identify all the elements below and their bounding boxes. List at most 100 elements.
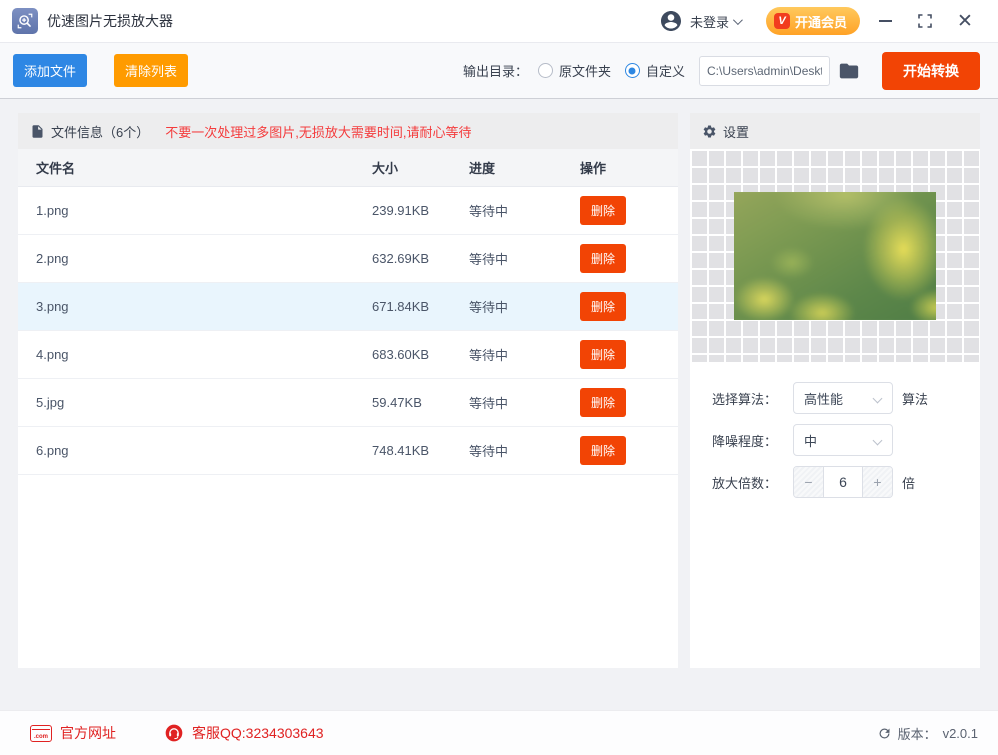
file-size: 748.41KB: [372, 443, 430, 458]
add-files-button[interactable]: 添加文件: [13, 54, 88, 87]
table-row[interactable]: 4.png 683.60KB 等待中 删除: [18, 331, 678, 379]
start-convert-button[interactable]: 开始转换: [882, 51, 980, 90]
open-vip-button[interactable]: V 开通会员: [765, 7, 860, 35]
version-value: v2.0.1: [942, 725, 978, 741]
app-window: 优速图片无损放大器 未登录 V 开通会员 ✕ 添加文件 清除列表 输出目录： 原…: [0, 0, 998, 755]
algorithm-suffix: 算法: [902, 391, 929, 407]
image-preview: [734, 191, 936, 320]
toolbar: 添加文件 清除列表 输出目录： 原文件夹 自定义 开始转换: [0, 43, 998, 99]
table-row[interactable]: 2.png 632.69KB 等待中 删除: [18, 235, 678, 283]
scale-label: 放大倍数：: [712, 475, 778, 491]
chevron-down-icon: [872, 435, 883, 446]
version-group: 版本： v2.0.1: [877, 724, 978, 743]
refresh-icon[interactable]: [877, 726, 892, 741]
radio-custom-folder[interactable]: 自定义: [624, 61, 685, 80]
settings-form: 选择算法： 高性能 算法 降噪程度： 中 放大倍数： − 6 + 倍: [690, 362, 980, 498]
file-name: 4.png: [36, 347, 69, 362]
login-status[interactable]: 未登录: [690, 12, 729, 31]
browse-folder-icon[interactable]: [838, 60, 860, 82]
algorithm-row: 选择算法： 高性能 算法: [712, 382, 980, 414]
file-size: 239.91KB: [372, 203, 430, 218]
scale-decrease-button[interactable]: −: [794, 467, 824, 497]
table-row[interactable]: 3.png 671.84KB 等待中 删除: [18, 283, 678, 331]
titlebar-left: 优速图片无损放大器: [12, 8, 173, 34]
headset-icon: [165, 724, 183, 742]
delete-button[interactable]: 删除: [580, 292, 627, 321]
preview-photo: [734, 191, 936, 320]
radio-custom-label: 自定义: [645, 64, 685, 79]
denoise-label: 降噪程度：: [712, 433, 778, 449]
col-filename: 文件名: [36, 161, 76, 176]
file-size: 683.60KB: [372, 347, 430, 362]
scale-increase-button[interactable]: +: [862, 467, 892, 497]
col-size: 大小: [372, 161, 399, 176]
table-row[interactable]: 5.jpg 59.47KB 等待中 删除: [18, 379, 678, 427]
scale-row: 放大倍数： − 6 + 倍: [712, 466, 980, 498]
official-website-label: 官方网址: [60, 725, 116, 741]
file-name: 5.jpg: [36, 395, 65, 410]
file-info-title: 文件信息（6个）: [51, 124, 150, 140]
maximize-icon: [918, 14, 932, 28]
close-button[interactable]: ✕: [950, 7, 980, 35]
vip-button-label: 开通会员: [794, 14, 847, 30]
radio-original-label: 原文件夹: [558, 64, 611, 79]
chevron-down-icon: [872, 393, 883, 404]
scale-value[interactable]: 6: [824, 467, 862, 497]
customer-service-link[interactable]: 客服QQ:3234303643: [164, 723, 324, 743]
document-icon: [32, 124, 43, 138]
output-path-input[interactable]: [699, 55, 830, 86]
app-title: 优速图片无损放大器: [47, 13, 173, 29]
file-status: 等待中: [469, 396, 509, 411]
delete-button[interactable]: 删除: [580, 196, 627, 225]
minimize-button[interactable]: [870, 7, 900, 35]
file-action-cell: 删除: [580, 244, 678, 273]
gear-icon: [703, 125, 716, 137]
titlebar-right: 未登录 V 开通会员 ✕: [659, 7, 980, 35]
output-dir-label: 输出目录：: [462, 64, 528, 79]
customer-service-label: 客服QQ:3234303643: [192, 725, 324, 741]
chevron-down-icon[interactable]: [732, 14, 743, 25]
delete-button[interactable]: 删除: [580, 388, 627, 417]
file-name: 6.png: [36, 443, 69, 458]
clear-list-button[interactable]: 清除列表: [114, 54, 189, 87]
denoise-select[interactable]: 中: [793, 424, 893, 456]
footer: .com 官方网址 客服QQ:3234303643 版本： v2.0.1: [0, 710, 998, 755]
table-row[interactable]: 1.png 239.91KB 等待中 删除: [18, 187, 678, 235]
delete-button[interactable]: 删除: [580, 340, 627, 369]
user-avatar-icon[interactable]: [659, 9, 683, 33]
file-status: 等待中: [469, 348, 509, 363]
col-progress: 进度: [469, 161, 496, 176]
file-name: 3.png: [36, 299, 69, 314]
file-size: 59.47KB: [372, 395, 422, 410]
main-content: 文件信息（6个） 不要一次处理过多图片,无损放大需要时间,请耐心等待 文件名 大…: [0, 99, 998, 710]
file-size: 632.69KB: [372, 251, 430, 266]
version-label: 版本：: [897, 726, 937, 742]
file-status: 等待中: [469, 444, 509, 459]
denoise-row: 降噪程度： 中: [712, 424, 980, 456]
delete-button[interactable]: 删除: [580, 244, 627, 273]
radio-custom-circle[interactable]: [624, 63, 640, 78]
algorithm-select[interactable]: 高性能: [793, 382, 893, 414]
file-action-cell: 删除: [580, 340, 678, 369]
file-action-cell: 删除: [580, 436, 678, 465]
col-action: 操作: [580, 161, 607, 176]
algorithm-value: 高性能: [804, 391, 844, 407]
maximize-button[interactable]: [910, 7, 940, 35]
settings-title: 设置: [723, 124, 750, 140]
file-table-body: 1.png 239.91KB 等待中 删除 2.png 632.69KB 等待中…: [18, 187, 678, 475]
table-row[interactable]: 6.png 748.41KB 等待中 删除: [18, 427, 678, 475]
denoise-value: 中: [804, 433, 818, 449]
official-website-link[interactable]: .com 官方网址: [30, 723, 116, 743]
radio-original-folder[interactable]: 原文件夹: [537, 61, 611, 80]
file-action-cell: 删除: [580, 292, 678, 321]
app-logo-icon: [12, 8, 38, 34]
titlebar: 优速图片无损放大器 未登录 V 开通会员 ✕: [0, 0, 998, 43]
file-status: 等待中: [469, 300, 509, 315]
file-status: 等待中: [469, 252, 509, 267]
file-panel: 文件信息（6个） 不要一次处理过多图片,无损放大需要时间,请耐心等待 文件名 大…: [18, 113, 678, 668]
radio-original-circle[interactable]: [537, 63, 553, 78]
transparency-grid: [690, 149, 980, 362]
vip-icon: V: [773, 13, 790, 29]
settings-panel: 设置 选择算法： 高性能 算法 降噪程度： 中 放大倍数： − 6 + 倍: [690, 113, 980, 668]
delete-button[interactable]: 删除: [580, 436, 627, 465]
